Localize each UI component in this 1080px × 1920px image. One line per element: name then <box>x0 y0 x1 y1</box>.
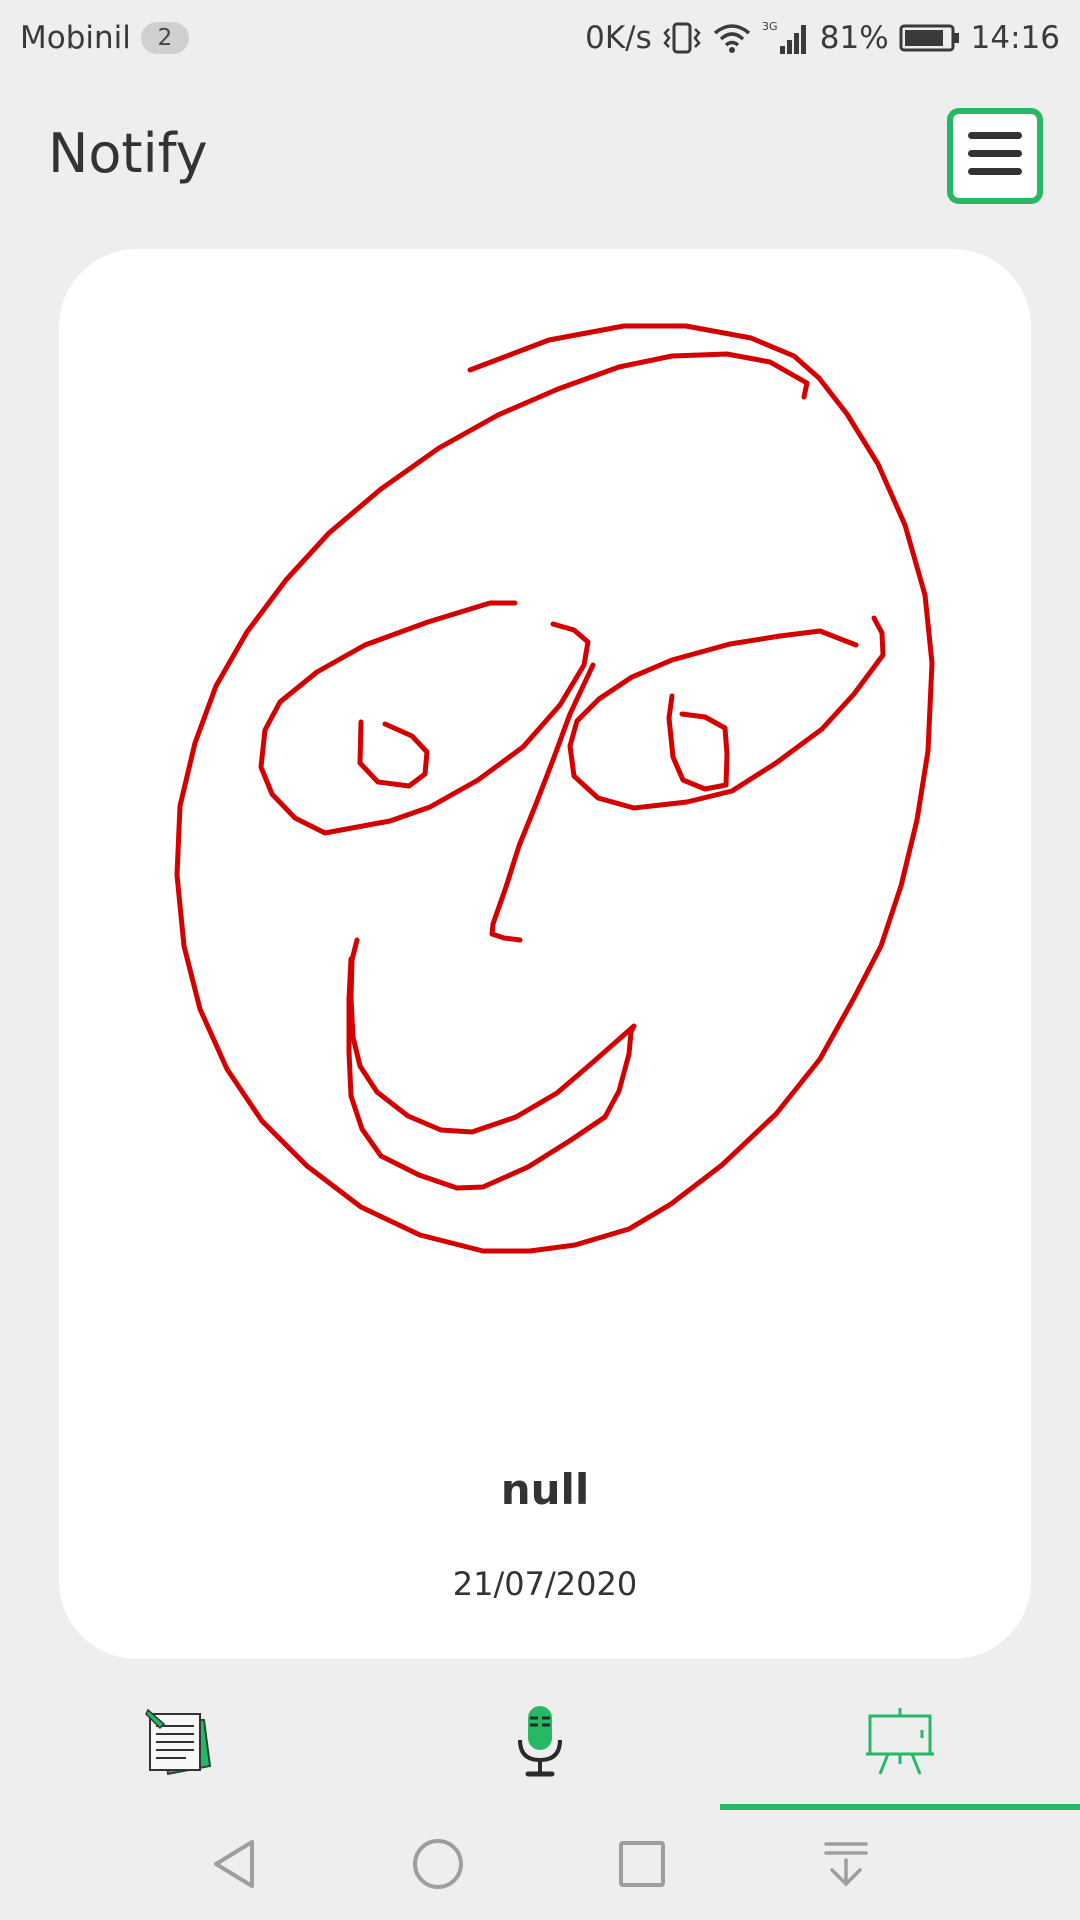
drawing-mouth-stroke <box>346 937 637 1191</box>
bottom-tab-bar <box>0 1676 1080 1812</box>
status-left: Mobinil 2 <box>20 20 189 56</box>
home-circle-icon <box>410 1836 466 1896</box>
note-card[interactable]: null 21/07/2020 <box>59 249 1031 1659</box>
network-type-label: 3G <box>762 20 778 33</box>
notes-tab[interactable] <box>0 1676 360 1812</box>
vibrate-icon <box>662 21 702 55</box>
recents-button[interactable] <box>602 1826 682 1906</box>
wifi-icon <box>712 22 752 54</box>
back-triangle-icon <box>206 1836 262 1896</box>
clock: 14:16 <box>970 20 1060 56</box>
notification-pulldown-button[interactable] <box>806 1826 886 1906</box>
app-title: Notify <box>48 122 208 185</box>
hamburger-icon <box>966 129 1024 183</box>
notepad-icon <box>144 1706 216 1782</box>
carrier-badge: 2 <box>140 22 189 54</box>
pull-down-arrow-icon <box>818 1836 874 1896</box>
drawing-left-pupil-stroke <box>357 719 430 789</box>
battery-icon <box>899 23 961 53</box>
system-nav-bar <box>0 1812 1080 1920</box>
note-title: null <box>500 1465 590 1514</box>
carrier-name: Mobinil <box>20 20 131 56</box>
drawing-tab[interactable] <box>720 1676 1080 1812</box>
drawing-right-pupil-stroke <box>666 693 730 792</box>
back-button[interactable] <box>194 1826 274 1906</box>
microphone-icon <box>516 1704 564 1784</box>
drawing-head-stroke <box>174 323 935 1254</box>
menu-button[interactable] <box>947 108 1043 204</box>
home-button[interactable] <box>398 1826 478 1906</box>
recents-square-icon <box>614 1836 670 1896</box>
voice-tab[interactable] <box>360 1676 720 1812</box>
battery-percent: 81% <box>819 20 889 56</box>
easel-board-icon <box>864 1706 936 1782</box>
note-drawing <box>174 323 935 1254</box>
selected-tab-indicator <box>720 1804 1080 1810</box>
note-date: 21/07/2020 <box>452 1565 638 1603</box>
drawing-nose-stroke <box>489 662 596 943</box>
status-bar: Mobinil 2 0K/s 3G 81% 14:16 <box>0 0 1080 76</box>
status-right: 0K/s 3G 81% 14:16 <box>585 20 1060 56</box>
net-speed: 0K/s <box>585 20 652 56</box>
cell-signal-icon: 3G <box>762 20 810 56</box>
